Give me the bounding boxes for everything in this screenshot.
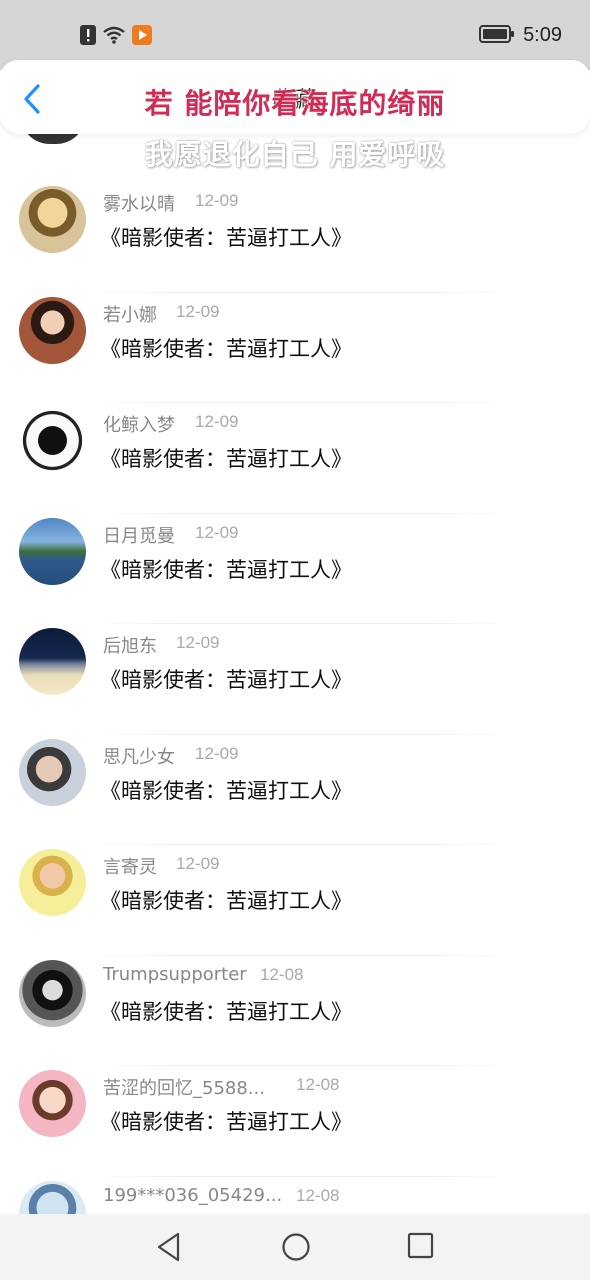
item-date: 12-09: [195, 743, 239, 763]
item-date: 12-09: [195, 191, 239, 210]
list-item[interactable]: 雾水以晴 12-09 《暗影使者：苦逼打工人》: [0, 182, 590, 293]
video-app-icon: [132, 25, 152, 49]
item-message: 《暗影使者：苦逼打工人》: [100, 1110, 352, 1134]
item-date: 12-09: [176, 301, 220, 321]
list-rows: 雾水以晴 12-09 《暗影使者：苦逼打工人》 若小娜 12-09 《暗影使者：…: [0, 182, 590, 1214]
user-name: 日月觅曼: [103, 525, 175, 547]
item-message: 《暗影使者：苦逼打工人》: [100, 557, 352, 582]
item-date: 12-08: [296, 1075, 340, 1094]
battery-icon: [479, 24, 515, 47]
list-item[interactable]: Trumpsupporter 12-08 《暗影使者：苦逼打工人》: [0, 956, 590, 1066]
avatar: [19, 186, 86, 253]
user-name: 思凡少女: [103, 746, 175, 768]
item-date: 12-08: [260, 964, 304, 984]
avatar: [19, 1070, 86, 1137]
list-item[interactable]: 若小娜 12-09 《暗影使者：苦逼打工人》: [0, 293, 590, 403]
item-date: 12-09: [176, 854, 220, 873]
avatar: [19, 738, 86, 806]
list-item[interactable]: 后旭东 12-09 《暗影使者：苦逼打工人》: [0, 624, 590, 735]
user-name: 雾水以晴: [103, 194, 175, 215]
list-item[interactable]: 思凡少女 12-09 《暗影使者：苦逼打工人》: [0, 735, 590, 845]
avatar: [19, 296, 86, 364]
avatar: [19, 959, 86, 1027]
home-circle-icon[interactable]: [280, 1231, 312, 1267]
item-message: 《暗影使者：苦逼打工人》: [100, 447, 352, 471]
back-triangle-icon[interactable]: [155, 1231, 183, 1267]
avatar: [19, 407, 86, 474]
system-nav-bar: [0, 1214, 590, 1280]
item-date: 12-09: [195, 522, 239, 542]
avatar: [19, 517, 86, 585]
list-item[interactable]: 苦涩的回忆_5588... 12-08 《暗影使者：苦逼打工人》: [0, 1066, 590, 1177]
status-left-icons: [80, 25, 152, 49]
list-item[interactable]: 199***036_05429... 12-08: [0, 1177, 590, 1214]
item-message: 《暗影使者：苦逼打工人》: [100, 999, 352, 1024]
list-item[interactable]: 化鲸入梦 12-09 《暗影使者：苦逼打工人》: [0, 403, 590, 514]
item-message: 《暗影使者：苦逼打工人》: [100, 668, 352, 692]
alert-icon: [80, 25, 96, 49]
status-time: 5:09: [523, 24, 562, 46]
user-name: 苦涩的回忆_5588...: [103, 1078, 265, 1099]
user-name: 199***036_05429...: [103, 1184, 283, 1206]
user-name: 若小娜: [103, 304, 157, 326]
list-item[interactable]: 言寄灵 12-09 《暗影使者：苦逼打工人》: [0, 845, 590, 956]
user-name: Trumpsupporter: [103, 963, 247, 985]
user-name: 言寄灵: [103, 857, 157, 878]
avatar: [19, 1180, 86, 1214]
user-name: 后旭东: [103, 636, 157, 657]
item-message: 《暗影使者：苦逼打工人》: [100, 336, 352, 361]
lyric-overlay-line1: 若 能陪你看海底的绮丽: [144, 87, 446, 120]
item-date: 12-08: [296, 1185, 340, 1205]
item-date: 12-09: [176, 633, 220, 652]
wifi-icon: [102, 25, 126, 49]
item-message: 《暗影使者：苦逼打工人》: [100, 778, 352, 803]
item-date: 12-09: [195, 412, 239, 431]
avatar: [19, 849, 86, 916]
list-item[interactable]: 日月觅曼 12-09 《暗影使者：苦逼打工人》: [0, 514, 590, 624]
lyric-overlay-line2: 我愿退化自己 用爱呼吸: [144, 138, 446, 171]
item-message: 《暗影使者：苦逼打工人》: [100, 226, 352, 250]
recents-square-icon[interactable]: [406, 1231, 436, 1265]
user-name: 化鲸入梦: [103, 415, 175, 436]
status-right: 5:09: [479, 24, 562, 47]
favorites-list[interactable]: 雾水以晴 12-09 《暗影使者：苦逼打工人》 若小娜 12-09 《暗影使者：…: [0, 134, 590, 1214]
avatar: [19, 628, 86, 695]
item-message: 《暗影使者：苦逼打工人》: [100, 889, 352, 913]
